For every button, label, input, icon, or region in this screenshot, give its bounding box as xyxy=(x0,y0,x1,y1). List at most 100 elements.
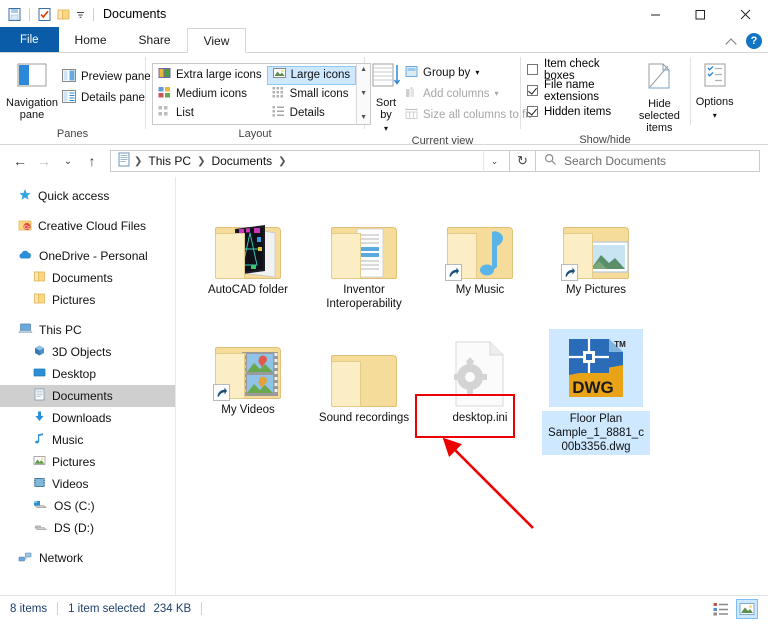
breadcrumb-this-pc[interactable]: This PC xyxy=(145,154,194,168)
search-input[interactable]: Search Documents xyxy=(536,150,760,172)
file-list[interactable]: AutoCAD folder xyxy=(175,177,768,595)
add-columns-button[interactable]: Add columns ▾ xyxy=(401,83,535,104)
save-icon[interactable] xyxy=(7,7,22,22)
file-item-inventor-interoperability[interactable]: Inventor Interoperability xyxy=(306,191,422,311)
address-bar: ← → ⌄ ↑ ❯ This PC ❯ Documents ❯ ⌄ ↻ Sear… xyxy=(0,145,768,177)
sidebar-item-downloads[interactable]: Downloads xyxy=(0,407,175,429)
ribbon-divider-4 xyxy=(690,57,691,125)
file-name: Inventor Interoperability xyxy=(310,283,418,311)
folder-icon xyxy=(33,270,46,286)
minimize-button[interactable] xyxy=(633,0,678,28)
sidebar-item-quick-access[interactable]: Quick access xyxy=(0,185,175,207)
file-item-my-music[interactable]: My Music xyxy=(422,191,538,311)
videos-icon xyxy=(33,476,46,492)
help-icon[interactable]: ? xyxy=(746,33,762,49)
maximize-button[interactable] xyxy=(678,0,723,28)
svg-text:Cc: Cc xyxy=(24,225,31,231)
file-item-my-videos[interactable]: My Videos xyxy=(190,311,306,455)
sidebar-item-3d-objects[interactable]: 3D Objects xyxy=(0,341,175,363)
layout-details[interactable]: Details xyxy=(267,103,356,122)
refresh-icon[interactable]: ↻ xyxy=(510,150,536,172)
hidden-items-option[interactable]: Hidden items xyxy=(527,101,633,122)
file-name-extensions-option[interactable]: File name extensions xyxy=(527,80,633,101)
sidebar-item-creative-cloud-files[interactable]: Cc Creative Cloud Files xyxy=(0,215,175,237)
file-item-my-pictures[interactable]: My Pictures xyxy=(538,191,654,311)
sidebar-item-onedrive-pictures[interactable]: Pictures xyxy=(0,289,175,311)
layout-list[interactable]: List xyxy=(153,103,267,122)
recent-locations-button[interactable]: ⌄ xyxy=(56,149,80,173)
details-pane-icon xyxy=(62,90,76,106)
navigation-pane-button[interactable]: Navigation pane xyxy=(6,58,58,121)
breadcrumb-documents[interactable]: Documents xyxy=(208,154,275,168)
group-by-button[interactable]: Group by ▾ xyxy=(401,62,535,83)
forward-button[interactable]: → xyxy=(32,149,56,173)
tab-file[interactable]: File xyxy=(0,27,59,52)
shortcut-overlay-icon xyxy=(213,384,230,401)
qat-divider-2 xyxy=(93,8,94,21)
layout-gallery[interactable]: Extra large icons Medium icons xyxy=(152,63,371,125)
chevron-down-icon[interactable]: ⌄ xyxy=(483,150,505,172)
large-icons-icon xyxy=(273,67,286,83)
ribbon-group-panes: Navigation pane Preview pane xyxy=(0,53,145,144)
breadcrumb-sep-2[interactable]: ❯ xyxy=(278,156,286,167)
ribbon-group-current-view: Sort by ▾ Group by ▾ Add columns ▾ xyxy=(365,53,520,144)
large-icons-view-button[interactable] xyxy=(736,599,758,619)
customize-dropdown-icon[interactable] xyxy=(75,7,86,22)
sidebar-label: Pictures xyxy=(52,293,95,307)
item-check-boxes-option[interactable]: Item check boxes xyxy=(527,59,633,80)
details-view-button[interactable] xyxy=(710,599,732,619)
chevron-up-icon[interactable] xyxy=(726,35,738,47)
breadcrumb[interactable]: ❯ This PC ❯ Documents ❯ ⌄ xyxy=(110,150,510,172)
new-folder-icon[interactable] xyxy=(56,7,71,22)
add-columns-label: Add columns xyxy=(423,88,489,100)
layout-large-icons[interactable]: Large icons xyxy=(267,66,356,85)
file-item-dwg[interactable]: DWG TM Floor Plan Sample_1_8881_c00b3356… xyxy=(538,319,654,455)
up-button[interactable]: ↑ xyxy=(80,149,104,173)
file-thumb xyxy=(215,195,281,279)
sidebar-item-os-c[interactable]: OS (C:) xyxy=(0,495,175,517)
sidebar-item-documents[interactable]: Documents xyxy=(0,385,175,407)
sidebar-item-network[interactable]: Network xyxy=(0,547,175,569)
sidebar-item-music[interactable]: Music xyxy=(0,429,175,451)
sort-by-button[interactable]: Sort by ▾ xyxy=(371,58,401,135)
preview-pane-button[interactable]: Preview pane xyxy=(58,66,155,87)
file-name: Sound recordings xyxy=(319,411,409,425)
navigation-pane-label: Navigation pane xyxy=(6,97,58,121)
sidebar-item-pictures[interactable]: Pictures xyxy=(0,451,175,473)
sidebar-item-ds-d[interactable]: DS (D:) xyxy=(0,517,175,539)
sidebar-item-onedrive-documents[interactable]: Documents xyxy=(0,267,175,289)
selection-count: 1 item selected xyxy=(68,603,145,615)
sidebar-item-videos[interactable]: Videos xyxy=(0,473,175,495)
sidebar-item-onedrive-personal[interactable]: OneDrive - Personal xyxy=(0,245,175,267)
file-item-sound-recordings[interactable]: Sound recordings xyxy=(306,319,422,455)
hide-selected-items-button[interactable]: Hide selected items xyxy=(633,57,685,134)
details-pane-button[interactable]: Details pane xyxy=(58,87,155,108)
pc-icon xyxy=(18,322,33,338)
tab-share[interactable]: Share xyxy=(123,27,187,52)
layout-extra-large-icons[interactable]: Extra large icons xyxy=(153,66,267,85)
layout-large-icons-label: Large icons xyxy=(291,69,350,81)
tab-view[interactable]: View xyxy=(187,28,247,53)
close-button[interactable] xyxy=(723,0,768,28)
layout-small-icons[interactable]: Small icons xyxy=(267,85,356,104)
options-button[interactable]: Options ▾ xyxy=(694,57,735,122)
sidebar-item-desktop[interactable]: Desktop xyxy=(0,363,175,385)
file-item-desktop-ini[interactable]: desktop.ini xyxy=(422,319,538,455)
file-item-autocad-folder[interactable]: AutoCAD folder xyxy=(190,191,306,311)
size-all-columns-button[interactable]: Size all columns to fit xyxy=(401,104,535,125)
back-button[interactable]: ← xyxy=(8,149,32,173)
item-check-boxes-checkbox[interactable] xyxy=(527,64,538,75)
shortcut-overlay-icon xyxy=(561,264,578,281)
ribbon-group-show-hide-label: Show/hide xyxy=(469,134,741,147)
properties-icon[interactable] xyxy=(37,7,52,22)
tab-home[interactable]: Home xyxy=(59,27,123,52)
sidebar-label: DS (D:) xyxy=(54,521,94,535)
breadcrumb-sep-1[interactable]: ❯ xyxy=(197,156,205,167)
ribbon: Navigation pane Preview pane xyxy=(0,53,768,145)
folder-plain-icon xyxy=(331,351,397,407)
layout-medium-icons[interactable]: Medium icons xyxy=(153,85,267,104)
drive-icon xyxy=(33,520,48,536)
sidebar-item-this-pc[interactable]: This PC xyxy=(0,319,175,341)
file-name-extensions-checkbox[interactable] xyxy=(527,85,538,96)
hidden-items-checkbox[interactable] xyxy=(527,106,538,117)
